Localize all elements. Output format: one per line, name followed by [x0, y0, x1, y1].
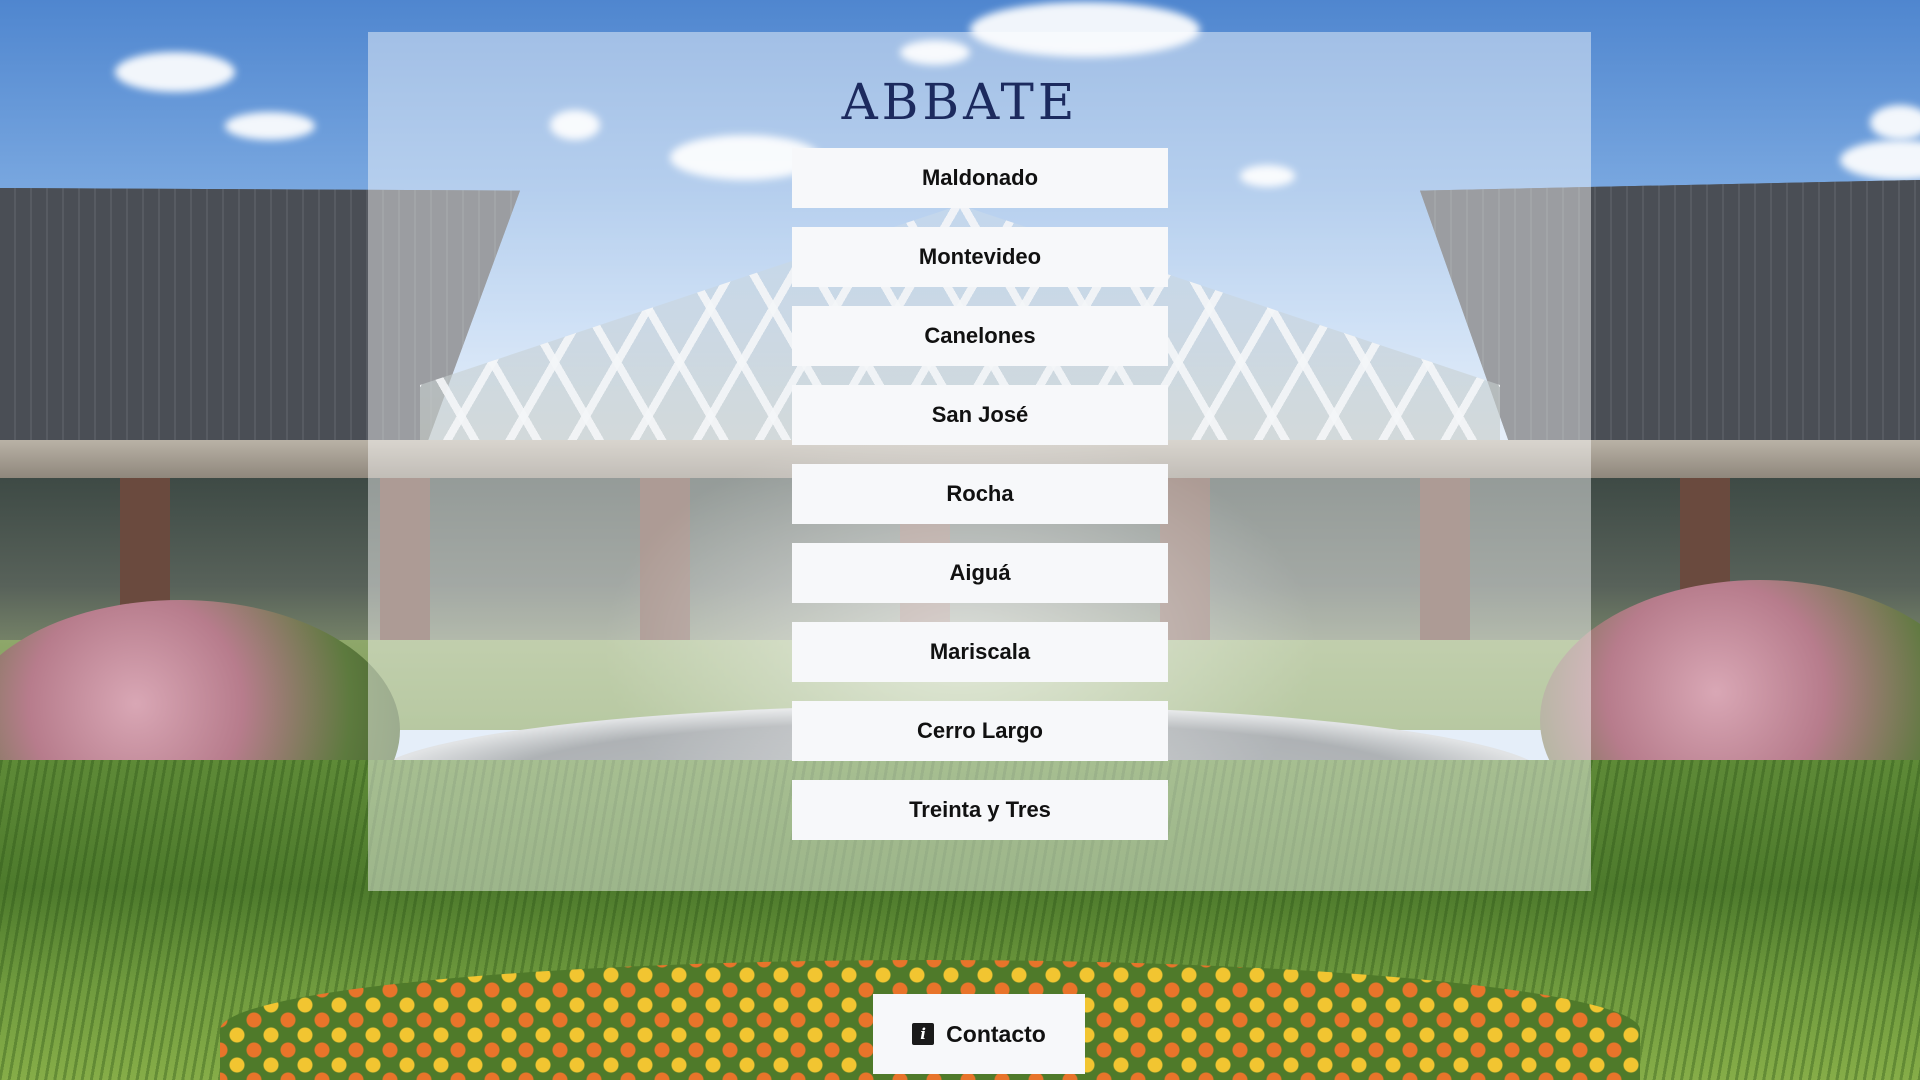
menu-button-maldonado[interactable]: Maldonado	[792, 148, 1168, 208]
menu-button-mariscala[interactable]: Mariscala	[792, 622, 1168, 682]
contact-button[interactable]: i Contacto	[873, 994, 1085, 1074]
menu-button-san-jose[interactable]: San José	[792, 385, 1168, 445]
contact-label: Contacto	[946, 1020, 1046, 1047]
brand-logo[interactable]: ABBATE	[0, 72, 1920, 132]
menu-button-montevideo[interactable]: Montevideo	[792, 227, 1168, 287]
menu-button-cerro-largo[interactable]: Cerro Largo	[792, 701, 1168, 761]
menu-button-rocha[interactable]: Rocha	[792, 464, 1168, 524]
location-menu: Maldonado Montevideo Canelones San José …	[792, 148, 1168, 859]
menu-button-canelones[interactable]: Canelones	[792, 306, 1168, 366]
menu-button-treinta-y-tres[interactable]: Treinta y Tres	[792, 780, 1168, 840]
menu-button-aigua[interactable]: Aiguá	[792, 543, 1168, 603]
info-icon: i	[912, 1023, 935, 1045]
cloud	[1840, 140, 1920, 180]
